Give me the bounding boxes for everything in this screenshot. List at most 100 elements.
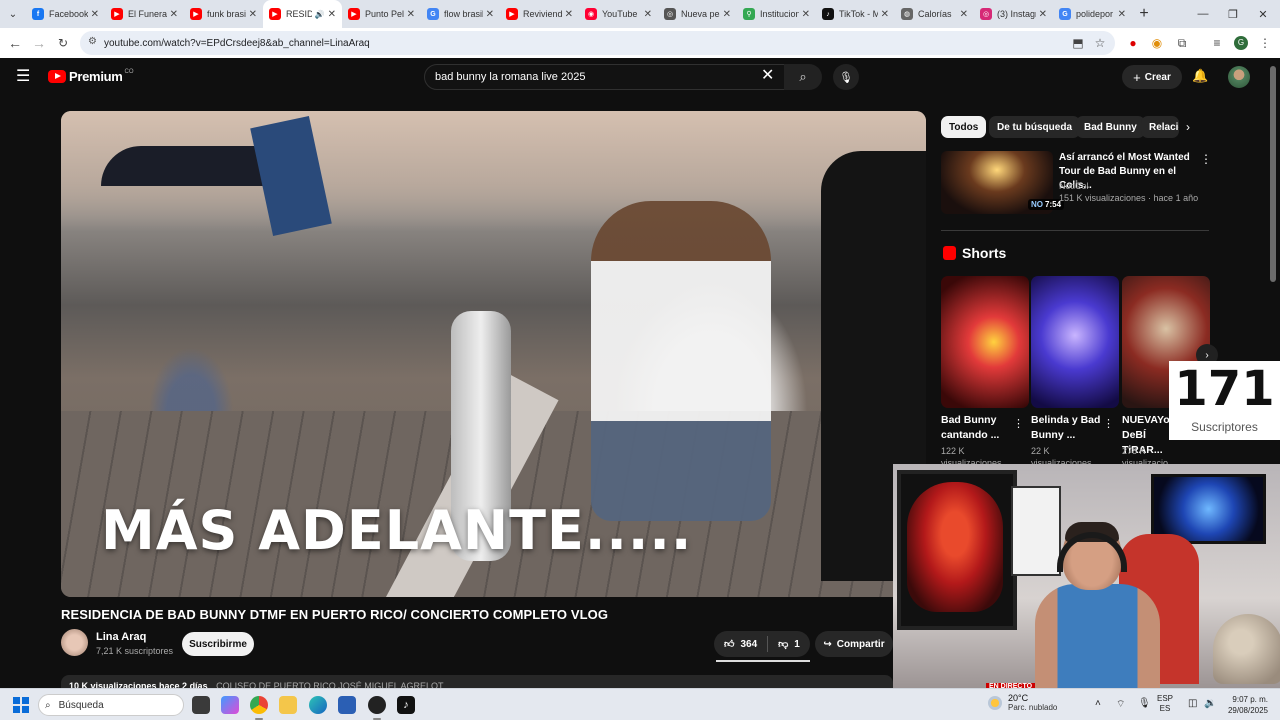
browser-tab[interactable]: ▶ RESIDENCIA🔊✕ (263, 0, 342, 28)
browser-tab[interactable]: f Facebook ✕ (26, 0, 105, 28)
browser-tab[interactable]: ▶ Punto Pelota✕ (342, 0, 421, 28)
browser-tab[interactable]: ◎ Nueva pestaña✕ (658, 0, 737, 28)
tab-close-icon[interactable]: ✕ (249, 9, 257, 20)
windows-taskbar: ⌕ Búsqueda ♪ 20°C Parc. nublado ˄ ⌔ 🎙 ES… (0, 688, 1280, 720)
microphone-icon[interactable]: 🎙 (1138, 698, 1151, 709)
browser-tab[interactable]: ◎ (3) Instagram✕ (974, 0, 1053, 28)
wifi-icon[interactable]: ◫ (1188, 698, 1197, 709)
close-window-icon[interactable]: ✕ (1246, 0, 1280, 28)
browser-tab[interactable]: ⚲ Instituciones✕ (737, 0, 816, 28)
address-bar[interactable]: ⚙ youtube.com/watch?v=EPdCrsdeej8&ab_cha… (80, 31, 1115, 55)
more-options-icon[interactable]: ⋮ (1200, 152, 1212, 166)
more-options-icon[interactable]: ⋮ (1013, 417, 1024, 430)
edge-icon[interactable] (309, 696, 327, 714)
tab-close-icon[interactable]: ✕ (328, 9, 336, 20)
dislike-button[interactable]: 👎︎ 1 (768, 638, 810, 651)
hamburger-menu-icon[interactable]: ☰ (16, 68, 34, 86)
tab-close-icon[interactable]: ✕ (565, 9, 573, 20)
tab-close-icon[interactable]: ✕ (486, 9, 494, 20)
tab-close-icon[interactable]: ✕ (802, 9, 810, 20)
instagram-icon: ◎ (980, 8, 992, 20)
store-icon[interactable] (338, 696, 356, 714)
chevron-up-icon[interactable]: ˄ (1095, 698, 1101, 709)
short-title[interactable]: Bad Bunny cantando ... (941, 413, 1013, 443)
maximize-icon[interactable]: ❐ (1216, 0, 1250, 28)
search-input[interactable]: bad bunny la romana live 2025 (424, 64, 786, 90)
reading-list-icon[interactable]: ≡ (1205, 31, 1229, 55)
tab-close-icon[interactable]: ✕ (723, 9, 731, 20)
taskbar-search[interactable]: ⌕ Búsqueda (38, 694, 184, 716)
create-button[interactable]: + Crear (1122, 65, 1182, 89)
reload-icon[interactable]: ↻ (51, 31, 75, 55)
share-button[interactable]: ↪ Compartir (815, 631, 893, 657)
copilot-icon[interactable] (221, 696, 239, 714)
minimize-icon[interactable]: — (1186, 0, 1220, 28)
notifications-bell-icon[interactable]: 🔔 (1192, 68, 1208, 84)
channel-name[interactable]: Lina Araq (96, 631, 146, 643)
tab-close-icon[interactable]: ✕ (1118, 9, 1126, 20)
recommended-channel[interactable]: NotiCel (1059, 181, 1089, 191)
new-tab-button[interactable]: + (1132, 5, 1156, 23)
extensions-puzzle-icon[interactable]: ⧉ (1170, 31, 1194, 55)
more-options-icon[interactable]: ⋮ (1103, 417, 1114, 430)
browser-tab[interactable]: ◉ YouTube ✕ (579, 0, 658, 28)
tab-close-icon[interactable]: ✕ (644, 9, 652, 20)
browser-tab[interactable]: ◍ Calorías ✕ (895, 0, 974, 28)
site-info-icon[interactable]: ⚙ (88, 36, 97, 47)
short-thumbnail[interactable] (941, 276, 1029, 408)
chip-bad-bunny[interactable]: Bad Bunny (1076, 116, 1145, 138)
language-indicator[interactable]: ESP ES (1157, 694, 1173, 714)
short-title[interactable]: Belinda y Bad Bunny ... (1031, 413, 1103, 443)
browser-tab[interactable]: ♪ TikTok - Make✕ (816, 0, 895, 28)
tab-close-icon[interactable]: ✕ (960, 9, 968, 20)
file-explorer-icon[interactable] (279, 696, 297, 714)
short-thumbnail[interactable] (1031, 276, 1119, 408)
search-button[interactable]: ⌕ (784, 64, 822, 90)
install-app-icon[interactable]: ⬒ (1066, 31, 1090, 55)
clear-search-icon[interactable]: ✕ (761, 68, 774, 84)
profile-avatar[interactable]: G (1229, 31, 1253, 55)
back-arrow-icon[interactable]: ← (3, 31, 27, 55)
channel-avatar[interactable] (61, 629, 88, 656)
page-scrollbar[interactable] (1270, 66, 1276, 282)
tab-close-icon[interactable]: ✕ (170, 9, 178, 20)
account-avatar[interactable] (1228, 66, 1250, 88)
tab-audio-icon[interactable]: 🔊 (315, 10, 325, 19)
tab-close-icon[interactable]: ✕ (407, 9, 415, 20)
browser-tab[interactable]: ▶ El Funeral ✕ (105, 0, 184, 28)
tab-search-chevron-icon[interactable]: ⌄ (0, 0, 26, 28)
system-clock[interactable]: 9:07 p. m. 29/08/2025 (1222, 694, 1268, 716)
chip-relacionado[interactable]: Relacionado (1141, 116, 1179, 138)
browser-tab[interactable]: ▶ funk brasil ✕ (184, 0, 263, 28)
chip-de-tu-busqueda[interactable]: De tu búsqueda (989, 116, 1081, 138)
tab-close-icon[interactable]: ✕ (91, 9, 99, 20)
forward-arrow-icon[interactable]: → (27, 31, 51, 55)
tab-close-icon[interactable]: ✕ (1039, 9, 1047, 20)
chrome-menu-icon[interactable]: ⋮ (1253, 31, 1277, 55)
chevron-right-icon[interactable]: › (1186, 120, 1190, 134)
browser-tab[interactable]: Gflow brasil ✕ (421, 0, 500, 28)
tiktok-icon[interactable]: ♪ (397, 696, 415, 714)
tab-title: Revivienda (523, 9, 562, 19)
voice-search-button[interactable]: 🎙 (833, 64, 859, 90)
tab-close-icon[interactable]: ✕ (881, 9, 889, 20)
weather-widget[interactable]: 20°C Parc. nublado (988, 693, 1057, 713)
browser-tab[interactable]: Gpolidepor ✕ (1053, 0, 1132, 28)
browser-tab[interactable]: ▶ Revivienda✕ (500, 0, 579, 28)
like-button[interactable]: 👍︎ 364 (714, 636, 769, 652)
subscribe-button[interactable]: Suscribirme (182, 632, 254, 656)
network-icon[interactable]: ⌔ (1116, 698, 1125, 711)
color-extension-icon[interactable]: ◉ (1145, 31, 1169, 55)
volume-icon[interactable]: 🔉 (1204, 698, 1216, 709)
youtube-premium-logo[interactable]: Premium CO (48, 69, 134, 84)
windows-start-icon[interactable] (13, 697, 29, 713)
chip-todos[interactable]: Todos (941, 116, 987, 138)
task-view-icon[interactable] (192, 696, 210, 714)
opera-extension-icon[interactable]: ● (1121, 31, 1145, 55)
video-player[interactable]: MÁS ADELANTE..... (61, 111, 926, 597)
share-label: Compartir (836, 638, 885, 650)
chrome-icon[interactable] (250, 696, 268, 714)
bookmark-star-icon[interactable]: ☆ (1088, 31, 1112, 55)
plus-icon: + (1133, 69, 1141, 85)
obs-icon[interactable] (368, 696, 386, 714)
